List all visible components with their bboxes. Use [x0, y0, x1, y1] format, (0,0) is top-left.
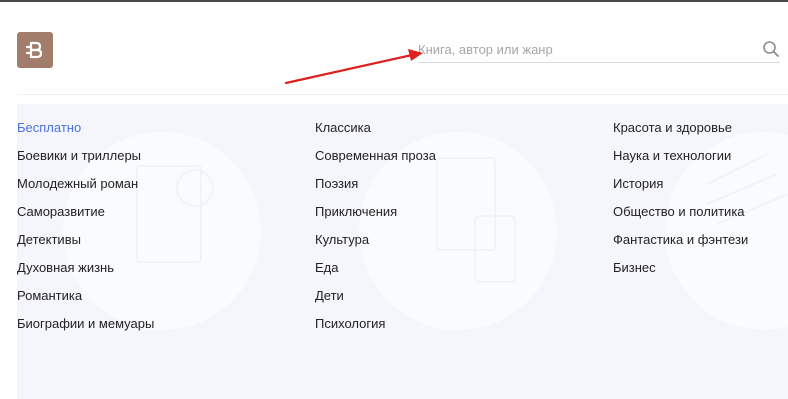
genre-link-poetry[interactable]: Поэзия [315, 174, 436, 202]
genre-column-3: Красота и здоровье Наука и технологии Ис… [613, 118, 748, 286]
genre-link-young-adult[interactable]: Молодежный роман [17, 174, 154, 202]
genre-link-food[interactable]: Еда [315, 258, 436, 286]
genre-link-sci-fi-fantasy[interactable]: Фантастика и фэнтези [613, 230, 748, 258]
genre-link-detectives[interactable]: Детективы [17, 230, 154, 258]
header-divider [17, 94, 788, 95]
search-icon[interactable] [762, 40, 780, 58]
genre-link-self-development[interactable]: Саморазвитие [17, 202, 154, 230]
genre-column-1: Бесплатно Боевики и триллеры Молодежный … [17, 118, 154, 342]
genre-link-culture[interactable]: Культура [315, 230, 436, 258]
genre-link-biographies[interactable]: Биографии и мемуары [17, 314, 154, 342]
search-input[interactable] [418, 38, 748, 60]
genre-link-spiritual-life[interactable]: Духовная жизнь [17, 258, 154, 286]
genre-link-romance[interactable]: Романтика [17, 286, 154, 314]
genre-link-kids[interactable]: Дети [315, 286, 436, 314]
genre-link-free[interactable]: Бесплатно [17, 118, 154, 146]
genre-link-beauty-health[interactable]: Красота и здоровье [613, 118, 748, 146]
genre-link-business[interactable]: Бизнес [613, 258, 748, 286]
genre-link-psychology[interactable]: Психология [315, 314, 436, 342]
genre-column-2: Классика Современная проза Поэзия Приклю… [315, 118, 436, 342]
genre-link-society-politics[interactable]: Общество и политика [613, 202, 748, 230]
logo[interactable] [17, 32, 53, 68]
genre-link-action-thrillers[interactable]: Боевики и триллеры [17, 146, 154, 174]
genre-link-classics[interactable]: Классика [315, 118, 436, 146]
search-bar [418, 36, 780, 63]
genre-link-history[interactable]: История [613, 174, 748, 202]
genre-link-adventure[interactable]: Приключения [315, 202, 436, 230]
genre-link-modern-prose[interactable]: Современная проза [315, 146, 436, 174]
genre-link-science-tech[interactable]: Наука и технологии [613, 146, 748, 174]
bookmate-logo-icon [25, 41, 43, 59]
window-top-border [0, 0, 788, 2]
